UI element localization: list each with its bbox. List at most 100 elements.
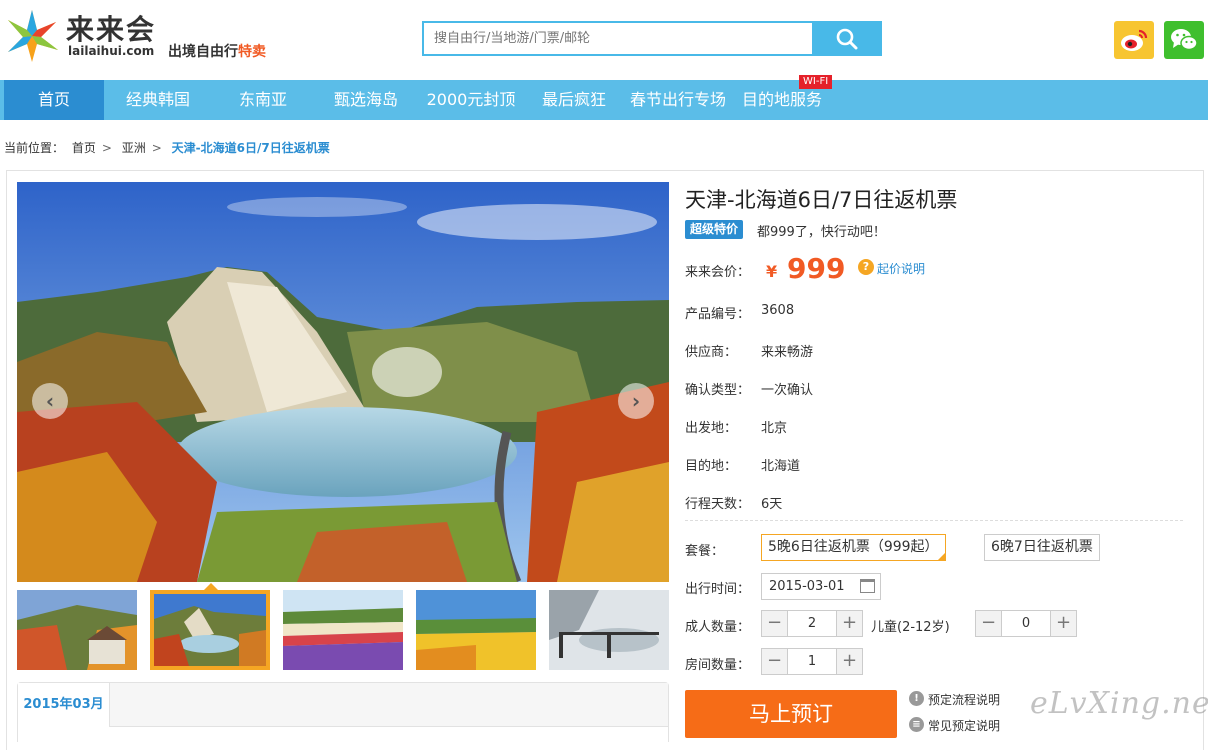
nav-item-korea[interactable]: 经典韩国 bbox=[112, 80, 204, 120]
price-label: 来来会价： bbox=[685, 265, 751, 280]
slogan-prefix: 出境自由行 bbox=[168, 44, 238, 60]
price-help-link[interactable]: 起价说明 bbox=[877, 260, 925, 277]
room-plus-button[interactable]: + bbox=[837, 649, 862, 674]
nav-item-southeast-asia[interactable]: 东南亚 bbox=[224, 80, 302, 120]
nav-item-2000-cap[interactable]: 2000元封顶 bbox=[420, 80, 522, 120]
price-calendar: 2015年03月 bbox=[17, 682, 669, 742]
price-currency: ¥ bbox=[766, 262, 778, 281]
calendar-tab-bar bbox=[110, 683, 668, 727]
thumbnail-caret bbox=[204, 583, 218, 590]
divider bbox=[685, 520, 1183, 521]
departure-label: 出发地： bbox=[685, 421, 738, 436]
package-label: 套餐： bbox=[685, 544, 725, 559]
selected-check-corner bbox=[936, 552, 946, 561]
duration-value: 6天 bbox=[761, 497, 783, 512]
departure-value: 北京 bbox=[761, 421, 788, 436]
room-label: 房间数量： bbox=[685, 658, 751, 673]
adult-stepper: − 2 + bbox=[761, 610, 863, 637]
thumbnail[interactable] bbox=[283, 590, 403, 670]
logo-star-icon[interactable] bbox=[4, 8, 60, 64]
adult-minus-button[interactable]: − bbox=[762, 611, 787, 636]
volcano-lake-image bbox=[17, 182, 669, 582]
wechat-button[interactable] bbox=[1164, 21, 1204, 59]
promo-text: 都999了，快行动吧！ bbox=[757, 225, 886, 240]
child-count[interactable]: 0 bbox=[1001, 611, 1051, 636]
watermark: eLvXing.net bbox=[1030, 686, 1208, 721]
logo-domain[interactable]: lailaihui.com bbox=[68, 44, 154, 58]
thumbnail[interactable] bbox=[416, 590, 536, 670]
thumbnail[interactable] bbox=[549, 590, 669, 670]
list-icon: ≡ bbox=[909, 717, 924, 732]
package-option-selected[interactable]: 5晚6日往返机票（999起） bbox=[761, 534, 946, 561]
info-icon: ! bbox=[909, 691, 924, 706]
breadcrumb: 当前位置： 首页 > 亚洲 > 天津-北海道6日/7日往返机票 bbox=[4, 139, 334, 156]
nav-item-spring-festival[interactable]: 春节出行专场 bbox=[626, 80, 730, 120]
slogan: 出境自由行特卖 bbox=[168, 41, 266, 61]
search-button[interactable] bbox=[812, 21, 882, 56]
adult-count[interactable]: 2 bbox=[787, 611, 837, 636]
thumbnail[interactable] bbox=[17, 590, 137, 670]
product-id-value: 3608 bbox=[761, 303, 795, 318]
main-photo bbox=[17, 182, 669, 582]
wifi-badge: WI-FI bbox=[799, 75, 833, 89]
room-stepper: − 1 + bbox=[761, 648, 863, 675]
book-now-button[interactable]: 马上预订 bbox=[685, 690, 897, 738]
tab-month[interactable]: 2015年03月 bbox=[18, 683, 110, 727]
product-title: 天津-北海道6日/7日往返机票 bbox=[685, 188, 958, 212]
flower-field-thumbnail bbox=[283, 590, 403, 670]
child-plus-button[interactable]: + bbox=[1051, 611, 1076, 636]
thumbnail-selected[interactable] bbox=[150, 590, 270, 670]
question-icon[interactable]: ? bbox=[858, 259, 874, 275]
adult-plus-button[interactable]: + bbox=[837, 611, 862, 636]
supplier-value: 来来畅游 bbox=[761, 345, 814, 360]
package-option-text: 5晚6日往返机票（999起） bbox=[768, 539, 939, 555]
site-header: 来来会 lailaihui.com 出境自由行特卖 bbox=[0, 0, 1208, 80]
confirm-type-value: 一次确认 bbox=[761, 383, 814, 398]
child-label: 儿童(2-12岁) bbox=[871, 620, 950, 635]
nav-item-last-minute[interactable]: 最后疯狂 bbox=[532, 80, 616, 120]
search-input[interactable] bbox=[424, 23, 812, 54]
confirm-type-label: 确认类型： bbox=[685, 383, 751, 398]
child-minus-button[interactable]: − bbox=[976, 611, 1001, 636]
chevron-left-icon: ‹ bbox=[45, 389, 55, 413]
price-value: 999 bbox=[787, 252, 846, 285]
breadcrumb-home[interactable]: 首页 bbox=[72, 141, 96, 155]
breadcrumb-label: 当前位置： bbox=[4, 141, 65, 155]
child-stepper: − 0 + bbox=[975, 610, 1077, 637]
snow-onsen-thumbnail bbox=[549, 590, 669, 670]
next-photo-button[interactable]: › bbox=[618, 383, 654, 419]
weibo-icon bbox=[1121, 29, 1148, 51]
breadcrumb-current: 天津-北海道6日/7日往返机票 bbox=[171, 141, 330, 155]
duration-label: 行程天数： bbox=[685, 497, 751, 512]
special-badge: 超级特价 bbox=[685, 220, 744, 239]
destination-value: 北海道 bbox=[761, 459, 801, 474]
search-box[interactable] bbox=[422, 21, 812, 56]
room-minus-button[interactable]: − bbox=[762, 649, 787, 674]
slogan-hot: 特卖 bbox=[238, 44, 266, 60]
supplier-label: 供应商： bbox=[685, 345, 738, 360]
product-id-label: 产品编号： bbox=[685, 307, 751, 322]
chevron-right-icon: › bbox=[631, 389, 641, 413]
main-nav: 首页 经典韩国 东南亚 甄选海岛 2000元封顶 最后疯狂 春节出行专场 目的地… bbox=[0, 80, 1208, 120]
autumn-village-thumbnail bbox=[17, 590, 137, 670]
room-count[interactable]: 1 bbox=[787, 649, 837, 674]
search-icon bbox=[836, 28, 858, 49]
package-option[interactable]: 6晚7日往返机票 bbox=[984, 534, 1100, 561]
prev-photo-button[interactable]: ‹ bbox=[32, 383, 68, 419]
destination-label: 目的地： bbox=[685, 459, 738, 474]
nav-item-islands[interactable]: 甄选海岛 bbox=[322, 80, 410, 120]
date-label: 出行时间： bbox=[685, 582, 751, 597]
breadcrumb-asia[interactable]: 亚洲 bbox=[122, 141, 146, 155]
weibo-button[interactable] bbox=[1114, 21, 1154, 59]
yellow-flowers-thumbnail bbox=[416, 590, 536, 670]
calendar-icon[interactable] bbox=[860, 579, 875, 593]
booking-process-link[interactable]: 预定流程说明 bbox=[928, 691, 1000, 708]
breadcrumb-sep: > bbox=[151, 141, 162, 155]
adult-label: 成人数量： bbox=[685, 620, 751, 635]
logo-text[interactable]: 来来会 bbox=[66, 8, 156, 48]
breadcrumb-sep: > bbox=[101, 141, 112, 155]
wechat-icon bbox=[1171, 29, 1198, 51]
nav-item-home[interactable]: 首页 bbox=[4, 80, 104, 120]
booking-faq-link[interactable]: 常见预定说明 bbox=[928, 717, 1000, 734]
volcano-lake-thumbnail bbox=[154, 594, 266, 666]
